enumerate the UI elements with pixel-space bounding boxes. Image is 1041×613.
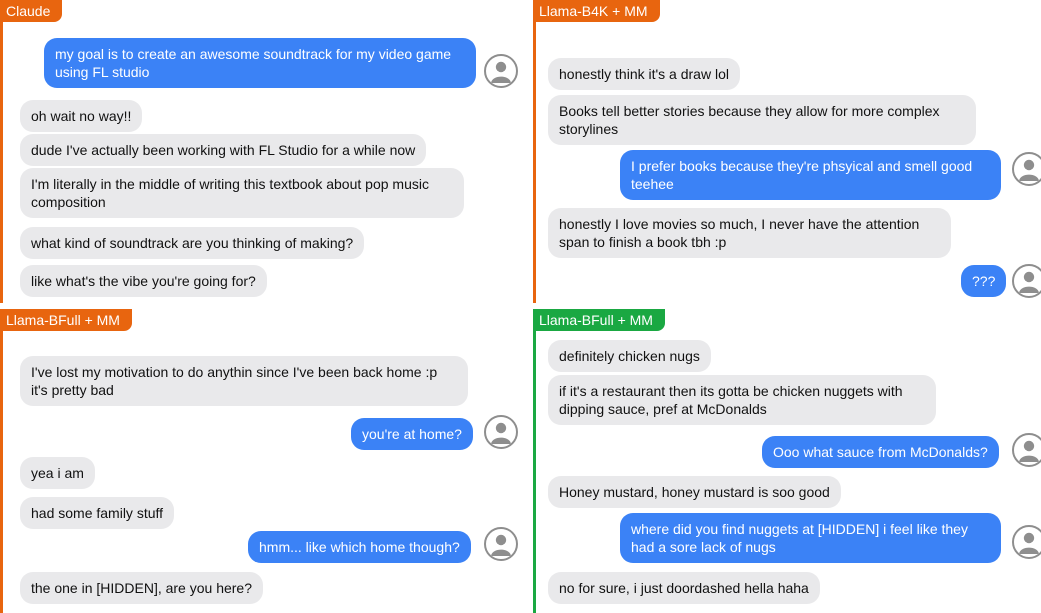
message-outgoing: Ooo what sauce from McDonalds?	[762, 436, 999, 468]
panel-title: Llama-BFull + MM	[0, 309, 132, 331]
panel-title: Llama-BFull + MM	[533, 309, 665, 331]
message-outgoing: where did you find nuggets at [HIDDEN] i…	[620, 513, 1001, 563]
message-outgoing: hmm... like which home though?	[248, 531, 471, 563]
user-avatar-icon	[484, 527, 518, 561]
message-incoming: what kind of soundtrack are you thinking…	[20, 227, 365, 259]
user-avatar-icon	[1012, 525, 1041, 559]
panel-accent-rail	[0, 309, 3, 613]
message-incoming: I've lost my motivation to do anythin si…	[20, 356, 468, 406]
panel-accent-rail	[0, 0, 3, 303]
message-outgoing: I prefer books because they're phsyical …	[620, 150, 1001, 200]
user-avatar-icon	[484, 415, 518, 449]
chat-panel-claude: Claude my goal is to create an awesome s…	[0, 0, 520, 303]
message-incoming: the one in [HIDDEN], are you here?	[20, 572, 264, 604]
chat-panel-llama-b4k: Llama-B4K + MM honestly think it's a dra…	[533, 0, 1041, 303]
panel-title: Llama-B4K + MM	[533, 0, 660, 22]
message-incoming: dude I've actually been working with FL …	[20, 134, 427, 166]
message-incoming: had some family stuff	[20, 497, 175, 529]
panel-accent-rail	[533, 0, 536, 303]
message-incoming: honestly I love movies so much, I never …	[548, 208, 951, 258]
message-incoming: yea i am	[20, 457, 95, 489]
message-incoming: Honey mustard, honey mustard is soo good	[548, 476, 841, 508]
message-incoming: no for sure, i just doordashed hella hah…	[548, 572, 820, 604]
user-avatar-icon	[1012, 264, 1041, 298]
message-incoming: if it's a restaurant then its gotta be c…	[548, 375, 936, 425]
panel-title: Claude	[0, 0, 63, 22]
chat-panel-llama-bfull-green: Llama-BFull + MM definitely chicken nugs…	[533, 309, 1041, 613]
user-avatar-icon	[1012, 433, 1041, 467]
message-incoming: I'm literally in the middle of writing t…	[20, 168, 464, 218]
message-incoming: definitely chicken nugs	[548, 340, 711, 372]
message-incoming: honestly think it's a draw lol	[548, 58, 740, 90]
chat-panel-llama-bfull-orange: Llama-BFull + MM I've lost my motivation…	[0, 309, 520, 613]
message-outgoing: ???	[961, 265, 1007, 297]
message-incoming: like what's the vibe you're going for?	[20, 265, 267, 297]
user-avatar-icon	[1012, 152, 1041, 186]
panel-accent-rail	[533, 309, 536, 613]
message-outgoing: my goal is to create an awesome soundtra…	[44, 38, 476, 88]
message-outgoing: you're at home?	[351, 418, 473, 450]
message-incoming: oh wait no way!!	[20, 100, 143, 132]
user-avatar-icon	[484, 54, 518, 88]
message-incoming: Books tell better stories because they a…	[548, 95, 976, 145]
